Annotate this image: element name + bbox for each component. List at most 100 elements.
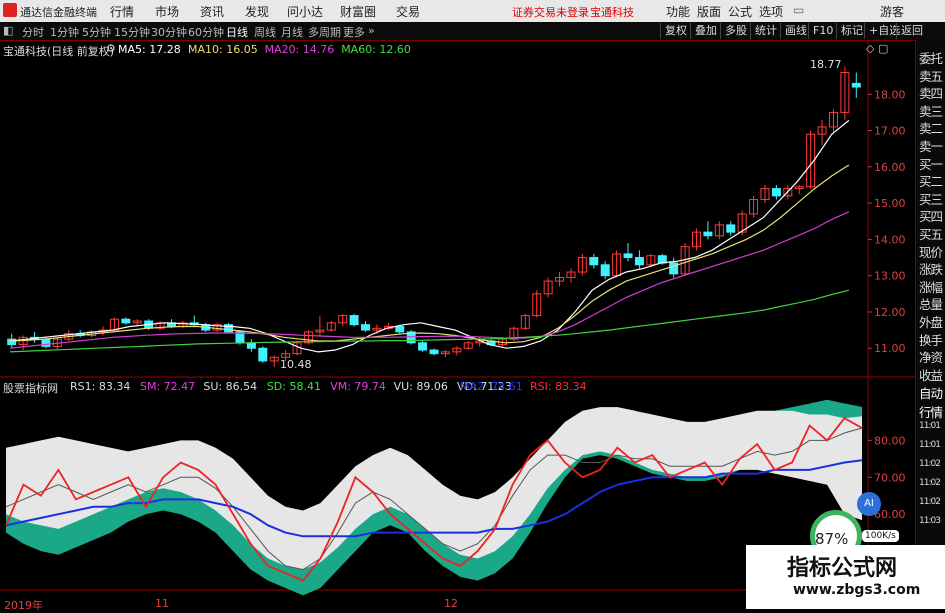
expand-icon[interactable]: ◇ ▢: [866, 42, 888, 55]
ma-legend-ma5: MA5: 17.28: [118, 43, 181, 56]
more-chevron-icon[interactable]: »: [368, 24, 375, 37]
tab-intraday[interactable]: 分时: [22, 24, 44, 40]
sidebar-item-21[interactable]: 11:01: [919, 421, 941, 431]
sidebar-item-14[interactable]: 总量: [919, 294, 943, 313]
menu-bar: 通达信金融终端 行情 市场 资讯 发现 问小达 财富圈 交易 证券交易未登录 宝…: [0, 0, 945, 23]
sidebar-item-0[interactable]: 委托: [919, 48, 943, 67]
tab-more[interactable]: 更多: [343, 24, 365, 40]
sidebar-item-13[interactable]: 涨幅: [919, 277, 943, 296]
sidebar-item-23[interactable]: 11:02: [919, 459, 941, 469]
adjust-button[interactable]: 复权: [660, 23, 691, 39]
menu-function[interactable]: 功能: [666, 3, 690, 20]
sidebar-item-26[interactable]: 11:03: [919, 516, 941, 526]
sidebar-item-25[interactable]: 11:02: [919, 497, 941, 507]
sidebar-item-11[interactable]: 现价: [919, 242, 943, 261]
menu-item-news[interactable]: 资讯: [200, 3, 224, 20]
date-label-nov: 11: [155, 597, 169, 610]
sidebar-item-19[interactable]: 自动: [919, 383, 943, 402]
menu-options[interactable]: 选项: [759, 3, 783, 20]
sidebar-item-1[interactable]: 卖五: [919, 66, 943, 85]
stock-label: 宝通科技(日线 前复权): [3, 45, 115, 58]
candle-body: [258, 347, 268, 362]
menu-formula[interactable]: 公式: [728, 3, 752, 20]
candle-body: [361, 324, 371, 331]
app-title: 通达信金融终端: [20, 6, 97, 19]
tab-1min[interactable]: 1分钟: [50, 24, 79, 40]
sidebar-item-12[interactable]: 涨跌: [919, 259, 943, 278]
ind-legend-rsi: RSI: 83.34: [530, 380, 587, 393]
draw-button[interactable]: 画线: [780, 23, 811, 39]
tab-30min[interactable]: 30分钟: [151, 24, 187, 40]
sidebar-item-18[interactable]: 收益: [919, 365, 943, 384]
menu-item-ask[interactable]: 问小达: [287, 3, 323, 20]
sidebar-item-17[interactable]: 净资: [919, 347, 943, 366]
menu-item-trade[interactable]: 交易: [396, 3, 420, 20]
sidebar-item-5[interactable]: 卖一: [919, 136, 943, 155]
login-notice[interactable]: 证券交易未登录: [512, 4, 589, 20]
ind-legend-su: SU: 86.54: [203, 380, 258, 393]
minimize-icon[interactable]: ▭: [793, 3, 804, 17]
menu-item-market[interactable]: 行情: [110, 3, 134, 20]
candle-body: [703, 231, 713, 237]
candle-body: [246, 342, 256, 349]
guest-button[interactable]: 游客: [880, 3, 904, 20]
sidebar-item-6[interactable]: 买一: [919, 154, 943, 173]
candle-body: [121, 318, 131, 324]
back-button[interactable]: 返回: [896, 23, 927, 39]
price-tick-label: 16.00: [874, 161, 906, 174]
ma-legend-ma20: MA20: 14.76: [264, 43, 335, 56]
sidebar-item-9[interactable]: 买四: [919, 206, 943, 225]
price-tick-label: 12.00: [874, 306, 906, 319]
chart-canvas[interactable]: 11.00 12.00 13.00 14.00 15.00 16.00 17.00 18.00…: [0, 40, 915, 609]
sidebar-item-3[interactable]: 卖三: [919, 101, 943, 120]
candle-body: [634, 257, 644, 266]
watermark-title: 指标公式网: [787, 556, 898, 581]
candle-body: [418, 342, 428, 351]
sidebar-item-10[interactable]: 买五: [919, 224, 943, 243]
ind-legend-ma2: MA2: 74.61: [460, 380, 523, 393]
tab-multi-period[interactable]: 多周期: [308, 24, 341, 40]
overlay-button[interactable]: 叠加: [690, 23, 721, 39]
ma-legend-ma60: MA60: 12.60: [341, 43, 411, 56]
price-tick-label: 14.00: [874, 233, 906, 246]
sidebar-item-20[interactable]: 行情: [919, 402, 943, 421]
multi-stock-button[interactable]: 多股: [720, 23, 751, 39]
settings-gear-icon[interactable]: ⚙: [106, 42, 116, 55]
price-tick-label: 15.00: [874, 197, 906, 210]
tab-daily[interactable]: 日线: [226, 24, 248, 40]
tab-5min[interactable]: 5分钟: [82, 24, 111, 40]
toolbar-lock-icon[interactable]: ◧: [3, 24, 13, 37]
sidebar-item-22[interactable]: 11:01: [919, 440, 941, 450]
sidebar-item-7[interactable]: 买二: [919, 171, 943, 190]
candle-body: [41, 338, 51, 347]
sidebar-item-15[interactable]: 外盘: [919, 312, 943, 331]
sidebar-item-4[interactable]: 卖二: [919, 118, 943, 137]
price-tick-label: 13.00: [874, 270, 906, 283]
menu-item-wealth[interactable]: 财富圈: [340, 3, 376, 20]
tab-60min[interactable]: 60分钟: [188, 24, 224, 40]
ai-assistant-button[interactable]: AI: [857, 492, 881, 516]
indicator-name[interactable]: 股票指标网: [3, 380, 58, 396]
sidebar-item-8[interactable]: 买三: [919, 189, 943, 208]
tab-monthly[interactable]: 月线: [281, 24, 303, 40]
high-price-label: 18.77: [810, 58, 842, 71]
menu-item-exchange[interactable]: 市场: [155, 3, 179, 20]
mark-button[interactable]: 标记: [836, 23, 867, 39]
date-label-year: 2019年: [4, 599, 43, 612]
statistics-button[interactable]: 统计: [750, 23, 781, 39]
tab-15min[interactable]: 15分钟: [114, 24, 150, 40]
network-speed: 100K/s: [862, 530, 899, 542]
ind-legend-sd: SD: 58.41: [266, 380, 321, 393]
candle-body: [600, 264, 610, 277]
tab-weekly[interactable]: 周线: [254, 24, 276, 40]
f10-button[interactable]: F10: [808, 23, 837, 39]
notice-stock[interactable]: 宝通科技: [590, 4, 634, 20]
sidebar-item-2[interactable]: 卖四: [919, 83, 943, 102]
low-price-label: 10.48: [280, 358, 312, 371]
sidebar-item-16[interactable]: 换手: [919, 330, 943, 349]
menu-item-discover[interactable]: 发现: [245, 3, 269, 20]
period-toolbar: ◧ 分时 1分钟 5分钟 15分钟 30分钟 60分钟 日线 周线 月线 多周期…: [0, 22, 945, 41]
menu-layout[interactable]: 版面: [697, 3, 721, 20]
sidebar-item-24[interactable]: 11:02: [919, 478, 941, 488]
price-tick-label: 11.00: [874, 342, 906, 355]
